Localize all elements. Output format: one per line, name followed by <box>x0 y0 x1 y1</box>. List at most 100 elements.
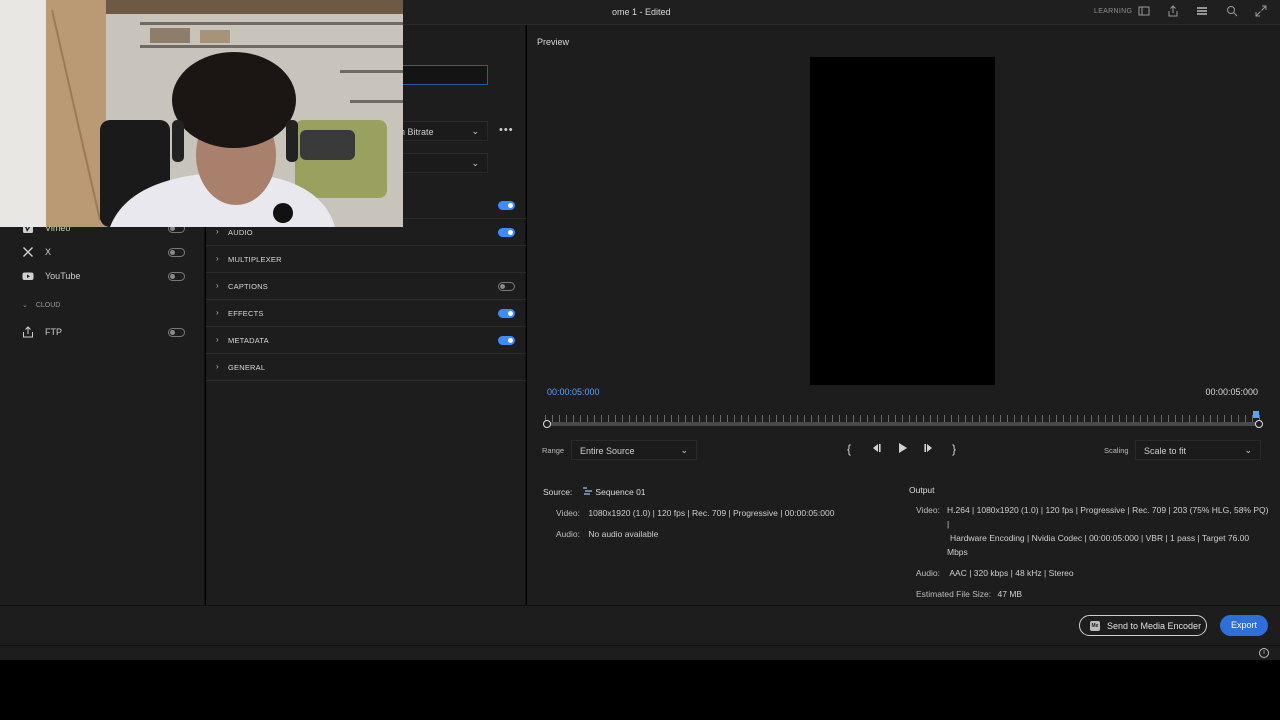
output-heading: Output <box>909 485 935 495</box>
video-toggle[interactable] <box>498 201 515 210</box>
section-label: GENERAL <box>228 363 266 372</box>
learning-tab[interactable]: LEARNING <box>1094 8 1132 15</box>
source-audio-label: Audio: <box>555 529 580 539</box>
metadata-toggle[interactable] <box>498 336 515 345</box>
timeline-track[interactable] <box>545 422 1261 426</box>
info-icon[interactable]: i <box>1259 648 1269 658</box>
timeline-ticks <box>545 415 1261 422</box>
source-video-label: Video: <box>556 508 580 518</box>
destination-x[interactable]: X <box>22 244 190 262</box>
share-icon[interactable] <box>1167 5 1181 19</box>
captions-toggle[interactable] <box>498 282 515 291</box>
youtube-icon <box>22 270 34 282</box>
mark-in-icon[interactable]: { <box>847 442 851 456</box>
chevron-down-icon: ⌄ <box>680 445 688 455</box>
range-dropdown[interactable]: Entire Source ⌄ <box>571 440 697 460</box>
section-effects[interactable]: › EFFECTS <box>206 300 526 327</box>
output-video-line3: Mbps <box>947 547 968 557</box>
range-label: Range <box>542 446 565 455</box>
range-value: Entire Source <box>580 446 635 456</box>
cloud-section-header[interactable]: ⌄ CLOUD <box>22 301 60 309</box>
preview-heading: Preview <box>537 37 570 47</box>
action-bar: Me Send to Media Encoder Export <box>0 605 1280 645</box>
menu-icon[interactable] <box>1196 5 1210 19</box>
export-button[interactable]: Export <box>1220 615 1268 636</box>
expand-icon[interactable] <box>1255 5 1269 19</box>
in-point-handle[interactable] <box>543 420 551 428</box>
panel-icon[interactable] <box>1138 5 1152 19</box>
section-label: MULTIPLEXER <box>228 255 282 264</box>
media-encoder-icon: Me <box>1090 621 1100 631</box>
mark-out-icon[interactable]: } <box>952 442 956 456</box>
x-icon <box>22 246 34 258</box>
chevron-right-icon: › <box>216 254 219 263</box>
search-icon[interactable] <box>1226 5 1240 19</box>
section-label: EFFECTS <box>228 309 264 318</box>
output-audio-label: Audio: <box>915 568 940 578</box>
ftp-toggle[interactable] <box>168 328 185 337</box>
youtube-toggle[interactable] <box>168 272 185 281</box>
source-sequence-name[interactable]: Sequence 01 <box>595 487 645 497</box>
step-back-icon[interactable] <box>870 442 882 456</box>
destination-ftp[interactable]: FTP <box>22 324 190 342</box>
source-label: Source: <box>543 487 573 497</box>
section-captions[interactable]: › CAPTIONS <box>206 273 526 300</box>
upload-icon <box>22 326 34 338</box>
file-size-label: Estimated File Size: <box>916 589 992 599</box>
output-video-line1: H.264 | 1080x1920 (1.0) | 120 fps | Prog… <box>947 505 1269 529</box>
section-label: CAPTIONS <box>228 282 268 291</box>
webcam-feed-image <box>0 0 403 227</box>
play-icon[interactable] <box>898 442 908 456</box>
destination-label: FTP <box>45 327 62 337</box>
playhead[interactable] <box>1253 411 1259 418</box>
export-button-label: Export <box>1230 620 1257 630</box>
scaling-dropdown[interactable]: Scale to fit ⌄ <box>1135 440 1261 460</box>
source-audio-value: No audio available <box>588 529 659 539</box>
file-size-value: 47 MB <box>997 589 1023 599</box>
more-options-icon[interactable]: ••• <box>499 124 514 136</box>
output-audio-value: AAC | 320 kbps | 48 kHz | Stereo <box>949 568 1074 578</box>
destination-label: X <box>45 247 52 257</box>
preset-value: h Bitrate <box>400 127 434 137</box>
section-label: METADATA <box>228 336 269 345</box>
step-forward-icon[interactable] <box>923 442 935 456</box>
x-toggle[interactable] <box>168 248 185 257</box>
effects-toggle[interactable] <box>498 309 515 318</box>
destination-youtube[interactable]: YouTube <box>22 268 190 286</box>
output-video-line2: Hardware Encoding | Nvidia Codec | 00:00… <box>950 533 1250 543</box>
destination-label: YouTube <box>45 271 81 281</box>
output-video-label: Video: <box>916 505 940 515</box>
out-point-handle[interactable] <box>1255 420 1263 428</box>
source-summary: Source: Sequence 01 Video: 1080x1920 (1.… <box>543 485 834 541</box>
chevron-right-icon: › <box>216 362 219 371</box>
scaling-label: Scaling <box>1104 446 1129 455</box>
webcam-overlay <box>0 0 403 227</box>
sequence-icon <box>583 486 593 500</box>
timeline-scrubber[interactable] <box>543 411 1263 429</box>
section-multiplexer[interactable]: › MULTIPLEXER <box>206 246 526 273</box>
chevron-right-icon: › <box>216 308 219 317</box>
chevron-down-icon: ⌄ <box>1244 445 1252 455</box>
preview-panel: Preview 00:00:05:000 00:00:05:000 Range … <box>527 25 1280 605</box>
section-label: AUDIO <box>228 228 253 237</box>
chevron-down-icon: ⌄ <box>471 126 479 136</box>
status-bar: i <box>0 645 1280 660</box>
scaling-value: Scale to fit <box>1144 446 1187 456</box>
format-dropdown[interactable]: ⌄ <box>400 153 488 173</box>
preset-dropdown[interactable]: h Bitrate ⌄ <box>400 121 488 141</box>
window-title: ome 1 - Edited <box>612 7 671 17</box>
chevron-right-icon: › <box>216 281 219 290</box>
section-metadata[interactable]: › METADATA <box>206 327 526 354</box>
end-timecode: 00:00:05:000 <box>1205 387 1258 397</box>
source-video-value: 1080x1920 (1.0) | 120 fps | Rec. 709 | P… <box>588 508 835 518</box>
chevron-down-icon: ⌄ <box>471 158 479 168</box>
current-timecode[interactable]: 00:00:05:000 <box>547 387 600 397</box>
output-summary: Output Video: H.264 | 1080x1920 (1.0) | … <box>909 483 1269 601</box>
chevron-down-icon: ⌄ <box>22 302 28 309</box>
send-button-label: Send to Media Encoder <box>1107 621 1202 631</box>
cloud-header-label: CLOUD <box>35 302 61 309</box>
audio-toggle[interactable] <box>498 228 515 237</box>
send-to-media-encoder-button[interactable]: Me Send to Media Encoder <box>1079 615 1207 636</box>
file-name-input[interactable] <box>400 65 488 85</box>
section-general[interactable]: › GENERAL <box>206 354 526 381</box>
